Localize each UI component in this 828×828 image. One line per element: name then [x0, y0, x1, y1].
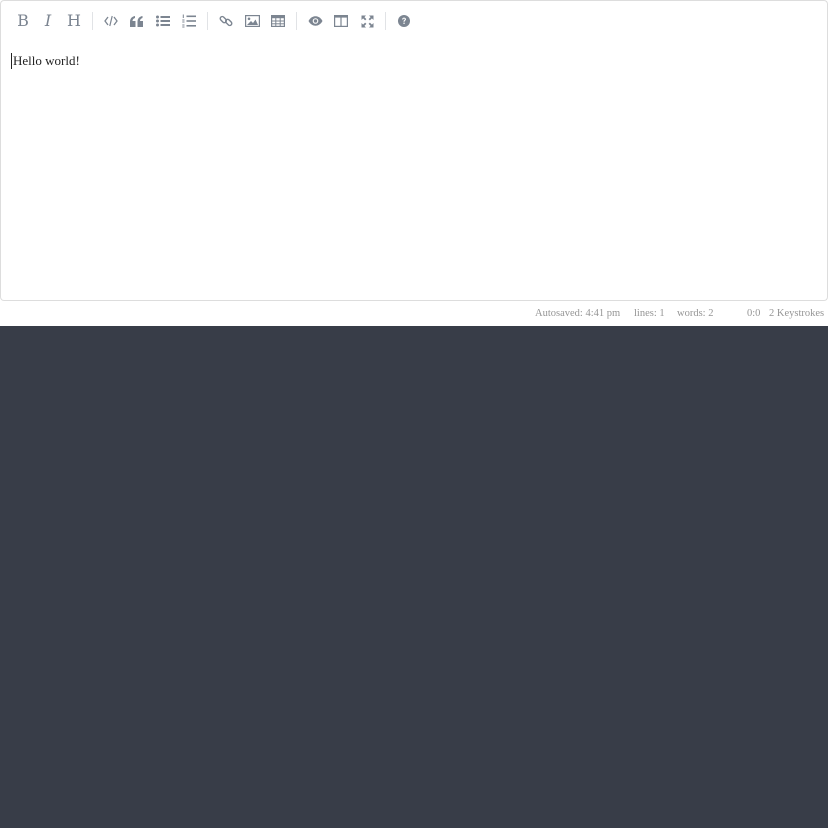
help-button[interactable]	[392, 9, 416, 33]
unordered-list-button[interactable]	[151, 9, 175, 33]
editor-text-area[interactable]: Hello world!	[0, 42, 828, 301]
page-background	[0, 326, 828, 828]
numbered-list-icon	[182, 14, 196, 28]
link-icon	[219, 15, 233, 27]
preview-button[interactable]	[303, 9, 327, 33]
code-icon	[104, 15, 118, 27]
toolbar-separator	[92, 12, 93, 30]
columns-icon	[334, 15, 348, 27]
heading-icon: H	[67, 11, 81, 30]
italic-icon: I	[44, 11, 52, 30]
text-cursor	[11, 53, 12, 69]
side-by-side-button[interactable]	[329, 9, 353, 33]
image-icon	[244, 15, 260, 27]
code-button[interactable]	[99, 9, 123, 33]
editor-toolbar: B I H	[0, 0, 828, 43]
help-icon	[398, 15, 410, 27]
toolbar-separator	[207, 12, 208, 30]
eye-icon	[308, 16, 322, 26]
toolbar-separator	[296, 12, 297, 30]
quote-button[interactable]	[125, 9, 149, 33]
editor-content-line: Hello world!	[13, 53, 80, 68]
status-bar: Autosaved: 4:41 pm lines: 1 words: 2 0:0…	[0, 302, 828, 326]
heading-button[interactable]: H	[62, 9, 86, 33]
table-button[interactable]	[266, 9, 290, 33]
expand-icon	[361, 15, 373, 27]
editor-container: B I H Hello world! Autosaved: 4:41 pm li…	[0, 0, 828, 326]
quote-icon	[130, 15, 143, 27]
table-icon	[271, 15, 285, 27]
autosave-status: Autosaved: 4:41 pm	[535, 308, 621, 319]
cursor-position: 0:0	[747, 308, 761, 319]
toolbar-separator	[385, 12, 386, 30]
line-count: lines: 1	[634, 308, 665, 319]
bullet-list-icon	[156, 15, 170, 27]
bold-icon: B	[17, 11, 29, 30]
bold-button[interactable]: B	[11, 9, 35, 33]
image-button[interactable]	[240, 9, 264, 33]
link-button[interactable]	[214, 9, 238, 33]
keystroke-count: 2 Keystrokes	[769, 308, 825, 319]
word-count: words: 2	[677, 308, 714, 319]
fullscreen-button[interactable]	[355, 9, 379, 33]
ordered-list-button[interactable]	[177, 9, 201, 33]
italic-button[interactable]: I	[36, 9, 60, 33]
